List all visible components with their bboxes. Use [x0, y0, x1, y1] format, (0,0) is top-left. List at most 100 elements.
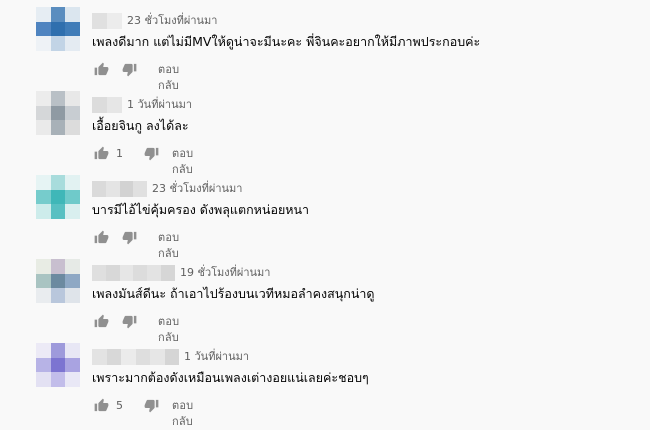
thumbs-up-icon[interactable] — [94, 314, 109, 329]
author-pixel — [119, 265, 134, 281]
avatar[interactable] — [36, 91, 80, 135]
avatar-pixel — [50, 91, 66, 106]
comment-text: เพราะมากต้องดังเหมือนเพลงเต่างอยแน่เลยค่… — [92, 370, 369, 385]
avatar-pixel — [36, 120, 51, 135]
avatar-pixel — [50, 259, 66, 274]
author-pixel — [121, 349, 136, 365]
thumbs-down-icon[interactable] — [144, 398, 159, 413]
comment-text: เพลงมันส์ดีนะ ถ้าเอาไปร้องบนเวทีหมอลำคงส… — [92, 286, 375, 301]
avatar-pixel — [65, 175, 80, 190]
avatar-pixel — [65, 288, 80, 303]
avatar-pixel — [36, 21, 51, 37]
avatar[interactable] — [36, 343, 80, 387]
author-name-blurred[interactable] — [92, 97, 122, 113]
comment-text: บารมีไอ้ไข่คุ้มครอง ดังพลุแตกหน่อยหนา — [92, 202, 310, 217]
avatar-pixel — [50, 343, 66, 358]
comment-timestamp[interactable]: 23 ชั่วโมงที่ผ่านมา — [152, 181, 243, 197]
like-count: 1 — [116, 147, 123, 160]
author-pixel — [119, 181, 134, 197]
avatar-pixel — [65, 189, 80, 205]
avatar-pixel — [36, 175, 51, 190]
avatar-pixel — [36, 259, 51, 274]
avatar[interactable] — [36, 7, 80, 51]
avatar-pixel — [50, 105, 66, 121]
author-pixel — [92, 97, 107, 113]
avatar-pixel — [50, 357, 66, 373]
avatar-pixel — [36, 273, 51, 289]
thumbs-down-icon[interactable] — [122, 62, 137, 77]
avatar-pixel — [50, 120, 66, 135]
author-pixel — [164, 349, 179, 365]
author-pixel — [92, 13, 107, 29]
author-pixel — [105, 265, 120, 281]
avatar-pixel — [50, 273, 66, 289]
author-pixel — [92, 349, 107, 365]
comment-timestamp[interactable]: 1 วันที่ผ่านมา — [127, 97, 192, 113]
avatar-pixel — [50, 204, 66, 219]
thumbs-down-icon[interactable] — [122, 314, 137, 329]
author-pixel — [133, 181, 147, 197]
avatar-pixel — [50, 372, 66, 387]
avatar-pixel — [65, 36, 80, 51]
author-pixel — [135, 349, 150, 365]
comment-item: 23 ชั่วโมงที่ผ่านมาเพลงดีมาก แต่ไม่มีMVใ… — [0, 0, 650, 92]
avatar-pixel — [36, 189, 51, 205]
avatar-pixel — [50, 7, 66, 22]
comment-item: 1 วันที่ผ่านมาเพราะมากต้องดังเหมือนเพลงเ… — [0, 336, 650, 428]
author-name-blurred[interactable] — [92, 181, 147, 197]
author-pixel — [106, 349, 121, 365]
thumbs-up-icon[interactable] — [94, 146, 109, 161]
author-pixel — [107, 13, 122, 29]
thumbs-up-icon[interactable] — [94, 62, 109, 77]
avatar-pixel — [36, 372, 51, 387]
avatar-pixel — [65, 21, 80, 37]
avatar-pixel — [36, 343, 51, 358]
comment-text: เพลงดีมาก แต่ไม่มีMVให้ดูน่าจะมีนะคะ พี่… — [92, 34, 481, 49]
comment-item: 19 ชั่วโมงที่ผ่านมาเพลงมันส์ดีนะ ถ้าเอาไ… — [0, 252, 650, 344]
author-pixel — [92, 265, 106, 281]
avatar-pixel — [36, 91, 51, 106]
author-name-blurred[interactable] — [92, 13, 122, 29]
author-name-blurred[interactable] — [92, 349, 179, 365]
author-pixel — [161, 265, 175, 281]
author-pixel — [150, 349, 165, 365]
avatar-pixel — [36, 204, 51, 219]
thumbs-up-icon[interactable] — [94, 398, 109, 413]
avatar-pixel — [65, 120, 80, 135]
avatar-pixel — [36, 7, 51, 22]
thumbs-down-icon[interactable] — [122, 230, 137, 245]
avatar-pixel — [65, 259, 80, 274]
avatar-pixel — [65, 91, 80, 106]
avatar-pixel — [50, 36, 66, 51]
avatar-pixel — [36, 357, 51, 373]
avatar-pixel — [36, 105, 51, 121]
comment-timestamp[interactable]: 19 ชั่วโมงที่ผ่านมา — [180, 265, 271, 281]
author-name-blurred[interactable] — [92, 265, 175, 281]
avatar[interactable] — [36, 259, 80, 303]
comment-timestamp[interactable]: 1 วันที่ผ่านมา — [184, 349, 249, 365]
author-pixel — [105, 181, 120, 197]
avatar[interactable] — [36, 175, 80, 219]
avatar-pixel — [50, 189, 66, 205]
avatar-pixel — [36, 36, 51, 51]
avatar-pixel — [65, 372, 80, 387]
like-count: 5 — [116, 399, 123, 412]
avatar-pixel — [36, 288, 51, 303]
comment-item: 23 ชั่วโมงที่ผ่านมาบารมีไอ้ไข่คุ้มครอง ด… — [0, 168, 650, 260]
thumbs-down-icon[interactable] — [144, 146, 159, 161]
avatar-pixel — [50, 288, 66, 303]
avatar-pixel — [50, 21, 66, 37]
comment-item: 1 วันที่ผ่านมา เอื้อยจินกู ลงได้ละ 1 ตอบกลั… — [0, 84, 650, 176]
author-pixel — [92, 181, 106, 197]
comment-timestamp[interactable]: 23 ชั่วโมงที่ผ่านมา — [127, 13, 218, 29]
avatar-pixel — [65, 7, 80, 22]
thumbs-up-icon[interactable] — [94, 230, 109, 245]
author-pixel — [147, 265, 162, 281]
avatar-pixel — [65, 204, 80, 219]
reply-button[interactable]: ตอบกลับ — [172, 398, 193, 430]
avatar-pixel — [65, 273, 80, 289]
avatar-pixel — [65, 343, 80, 358]
avatar-pixel — [65, 105, 80, 121]
avatar-pixel — [50, 175, 66, 190]
comment-text: เอื้อยจินกู ลงได้ละ — [92, 118, 189, 133]
